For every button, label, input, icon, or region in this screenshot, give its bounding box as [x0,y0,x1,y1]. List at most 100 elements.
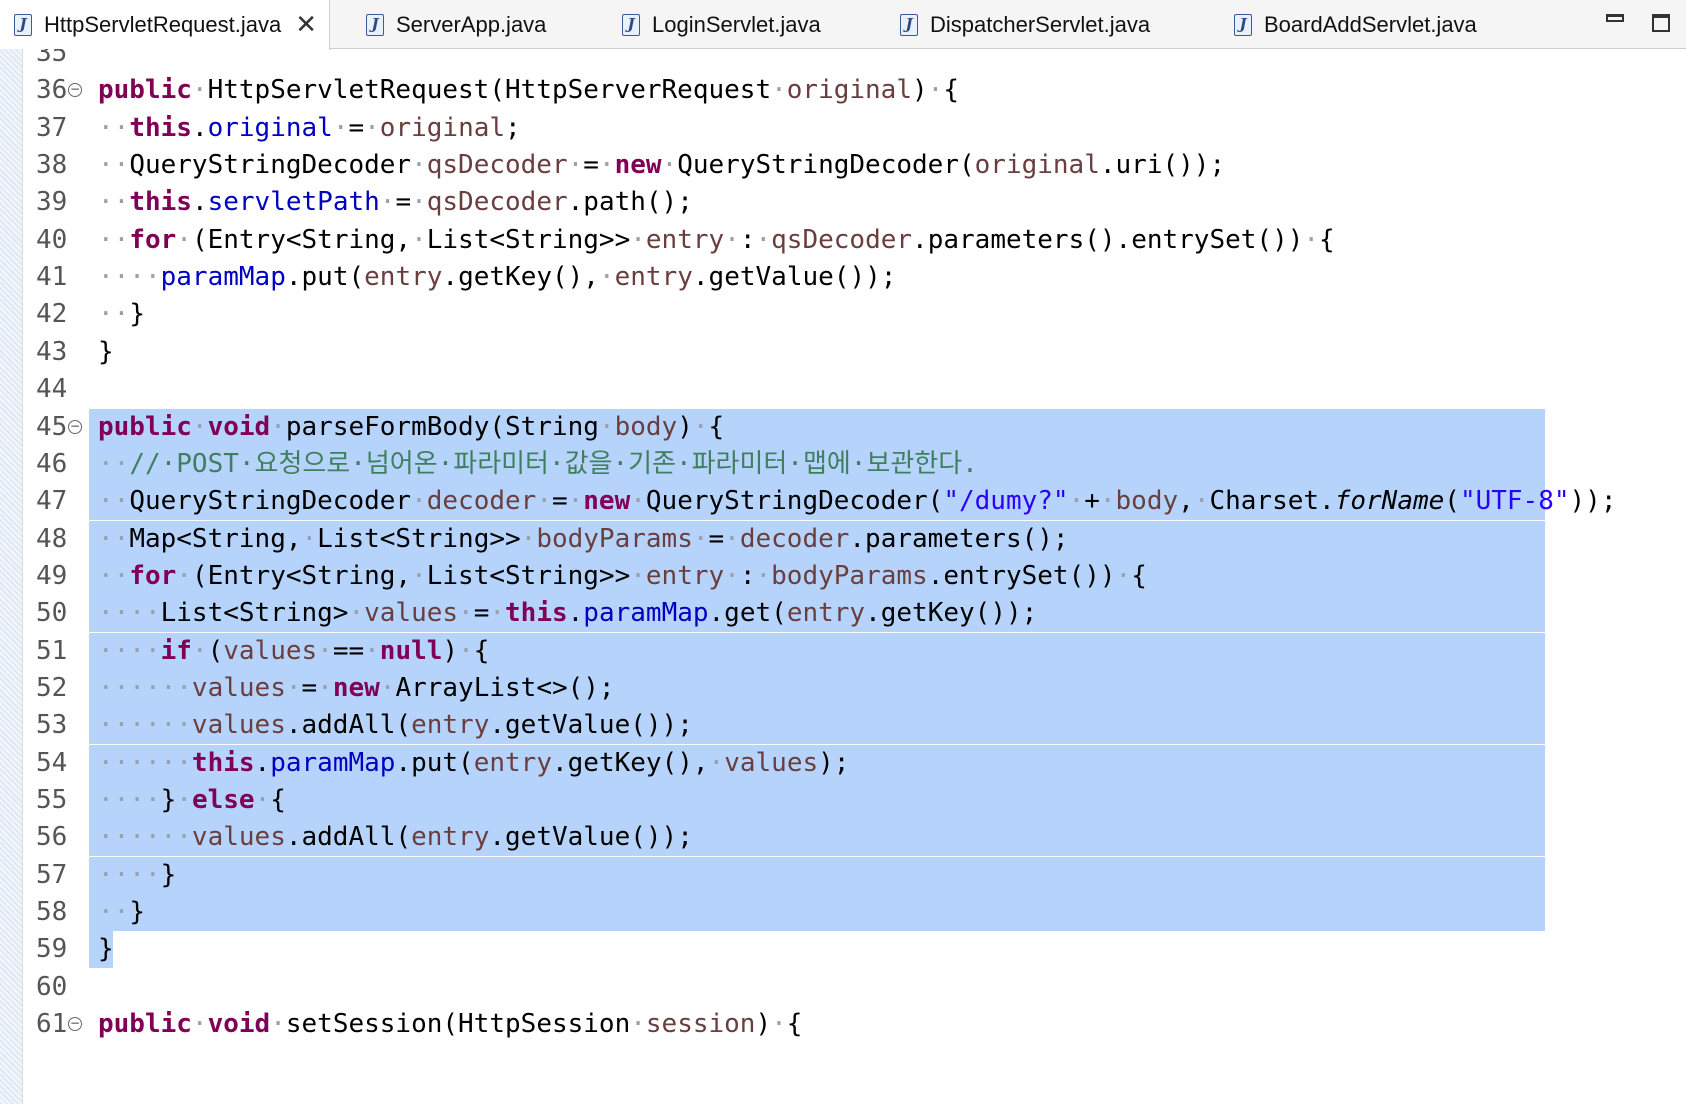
code-line-59[interactable]: 59} [22,931,1686,969]
code-line-61[interactable]: 61− public·void·setSession(HttpSession·se… [22,1006,1686,1043]
code-token: ······ [98,822,192,853]
code-line-47[interactable]: 47 ··QueryStringDecoder·decoder·=·new·Que… [22,483,1686,521]
code-token: · [1068,486,1085,517]
tab-label: LoginServlet.java [652,11,821,37]
code-line-48[interactable]: 48 ··Map<String,·List<String>>·bodyParams… [22,520,1686,558]
code-token: public [98,75,192,106]
code-token: List<String>> [426,560,631,591]
code-line-45[interactable]: 45− public·void·parseFormBody(String·body… [22,408,1686,446]
code-token: values [223,635,318,666]
code-line-60[interactable]: 60 [22,969,1686,1006]
code-text: ··this.original·=·original; [98,110,521,147]
code-token: this [505,598,568,629]
code-text: ····if·(values·==·null)·{ [98,633,489,670]
code-line-55[interactable]: 55 ····}·else·{ [22,782,1686,819]
code-line-39[interactable]: 39 ··this.servletPath·=·qsDecoder.path(); [22,184,1686,221]
code-token: .getValue()); [489,822,693,853]
line-number: 49 [36,560,68,591]
code-token: values [724,747,819,778]
code-line-57[interactable]: 57 ····} [22,856,1686,894]
code-line-40[interactable]: 40 ··for·(Entry<String,·List<String>>·ent… [22,222,1686,259]
code-area[interactable]: 35 36− public·HttpServletRequest(HttpServe… [22,49,1686,1104]
code-token: } [98,336,114,367]
code-token: · [379,187,396,218]
code-token: · [254,785,271,815]
code-line-44[interactable]: 44 [22,371,1686,408]
code-line-37[interactable]: 37 ··this.original·=·original; [22,110,1686,147]
code-token: values [191,672,286,703]
fold-collapse-icon[interactable]: − [68,1017,82,1032]
code-token: · [598,150,615,181]
code-token: , [1178,486,1194,517]
code-token: this [129,187,192,218]
maximize-icon[interactable] [1652,14,1670,32]
code-line-52[interactable]: 52 ······values·=·new·ArrayList<>(); [22,669,1686,707]
code-token: setSession(HttpSession [285,1009,631,1040]
tab-boardaddservlet[interactable]: J BoardAddServlet.java [1234,0,1477,49]
line-number: 41 [36,262,68,293]
code-token: .getKey(), [442,262,599,293]
code-token: ) [442,635,459,666]
code-token: parseFormBody(String [285,411,599,442]
code-token: . [191,187,208,218]
minimize-icon[interactable] [1606,14,1624,22]
code-token: void [207,1009,271,1040]
code-line-56[interactable]: 56 ······values.addAll(entry.getValue()); [22,819,1686,857]
line-number: 55 [36,785,68,815]
tab-httpservletrequest[interactable]: J HttpServletRequest.java ✕ [0,0,330,50]
code-token: ·· [98,897,130,928]
code-line-35[interactable]: 35 [22,49,1686,72]
tab-serverapp[interactable]: J ServerApp.java [366,0,546,49]
code-token: paramMap [270,747,396,778]
code-line-50[interactable]: 50 ····List<String>·values·=·this.paramMa… [22,595,1686,633]
code-token: · [176,560,192,591]
code-line-41[interactable]: 41 ····paramMap.put(entry.getKey(),·entry… [22,259,1686,296]
code-line-38[interactable]: 38 ··QueryStringDecoder·qsDecoder·=·new·Q… [22,147,1686,184]
code-line-36[interactable]: 36− public·HttpServletRequest(HttpServerR… [22,72,1686,109]
fold-collapse-icon[interactable]: − [68,419,82,434]
code-line-58[interactable]: 58 ··} [22,894,1686,932]
code-token: } [160,785,177,815]
code-token: · [191,1009,208,1040]
code-line-42[interactable]: 42 ··} [22,296,1686,333]
code-token: values [191,822,286,853]
fold-collapse-icon[interactable]: − [68,83,82,98]
tab-loginservlet[interactable]: J LoginServlet.java [622,0,821,49]
code-token: ) [912,75,928,106]
code-line-43[interactable]: 43} [22,334,1686,371]
line-number: 60 [36,971,68,1002]
code-token: original [786,75,912,106]
code-token: == [332,635,365,666]
code-token: · [301,523,318,554]
code-line-46[interactable]: 46 ··//·POST·요청으로·넘어온·파라미터·값을·기존·파라미터·맵에·… [22,445,1686,483]
code-editor[interactable]: J HttpServletRequest.java ✕ J ServerApp.… [0,0,1686,1104]
code-line-51[interactable]: 51 ····if·(values·==·null)·{ [22,632,1686,670]
annotation-ruler[interactable] [0,49,23,1104]
code-line-49[interactable]: 49 ··for·(Entry<String,·List<String>>·ent… [22,557,1686,595]
code-token: QueryStringDecoder( [677,150,975,181]
code-token: public [98,411,192,442]
code-token: null [379,635,443,666]
close-icon[interactable]: ✕ [295,10,317,40]
code-token: this [129,112,192,143]
code-token: values [364,598,459,629]
code-token: · [191,411,208,442]
code-token: ·· [98,299,130,330]
code-line-54[interactable]: 54 ······this.paramMap.put(entry.getKey()… [22,744,1686,782]
code-token: · [270,411,286,442]
line-number: 46 [36,448,68,479]
code-token: .getKey()); [865,598,1038,629]
code-token: . [191,112,208,143]
code-token: · [411,224,427,255]
code-line-53[interactable]: 53 ······values.addAll(entry.getValue()); [22,707,1686,745]
code-token: QueryStringDecoder [129,150,412,181]
code-token: Map<String, [129,523,302,554]
code-token: QueryStringDecoder [129,486,412,517]
code-token: } [129,299,145,330]
code-token: ···· [98,859,161,890]
code-text: ··} [98,894,145,931]
code-token: { [270,785,286,815]
tab-dispatcherservlet[interactable]: J DispatcherServlet.java [900,0,1150,49]
code-token: ·· [98,448,130,479]
code-text: ··for·(Entry<String,·List<String>>·entry… [98,558,1147,595]
